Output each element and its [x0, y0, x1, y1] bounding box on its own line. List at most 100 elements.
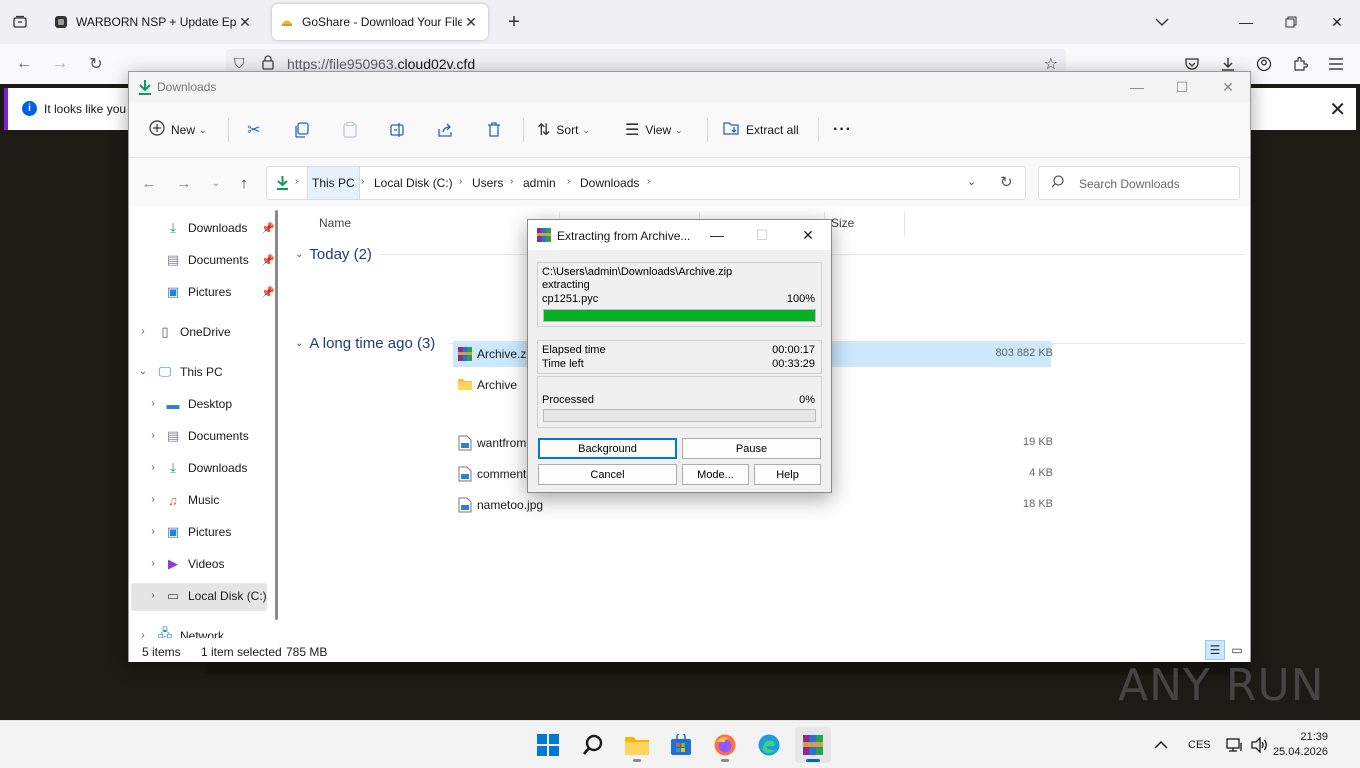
more-options-button[interactable]: ··· [833, 118, 852, 142]
large-icons-view-icon[interactable]: ▭ [1227, 640, 1247, 660]
expand-chevron-icon[interactable]: › [147, 494, 159, 508]
new-button[interactable]: New ⌄ [149, 118, 207, 142]
back-arrow-icon[interactable]: ← [12, 52, 36, 76]
breadcrumb-admin[interactable]: admin [523, 167, 556, 199]
nav-item-local-disk[interactable]: ▭ Local Disk (C:) [165, 584, 267, 608]
tab-goshare[interactable]: GoShare - Download Your File ✕ [272, 4, 488, 40]
show-hidden-icons-chevron-icon[interactable] [1154, 721, 1168, 768]
nav-item-documents-quick[interactable]: ▤ Documents 📌 [165, 248, 275, 272]
cut-icon[interactable]: ✂ [243, 119, 265, 141]
explorer-minimize-icon[interactable]: — [1117, 75, 1157, 99]
close-window-icon[interactable]: ✕ [1322, 8, 1352, 36]
view-label: View [645, 123, 672, 137]
dialog-title-bar[interactable]: Extracting from Archive... — ☐ ✕ [528, 220, 831, 250]
breadcrumb-users[interactable]: Users [472, 167, 503, 199]
breadcrumb-this-pc[interactable]: This PC [307, 167, 360, 199]
background-button[interactable]: Background [538, 438, 677, 459]
nav-scrollbar[interactable] [275, 210, 278, 620]
address-history-chevron-icon[interactable]: ⌄ [967, 175, 976, 188]
url-text[interactable]: https://file950963.cloud02v.cfd [287, 56, 475, 72]
nav-item-desktop[interactable]: ▬ Desktop [165, 392, 233, 416]
refresh-icon[interactable]: ↻ [1000, 173, 1013, 191]
copy-icon[interactable] [291, 119, 313, 141]
collapse-chevron-icon[interactable]: ⌄ [137, 366, 149, 380]
account-icon[interactable] [1252, 52, 1276, 76]
group-header-long-ago[interactable]: ⌄ A long time ago (3) [295, 333, 435, 353]
explorer-title-bar[interactable]: Downloads — ☐ ✕ [129, 72, 1250, 102]
column-header-name[interactable]: Name [319, 216, 351, 230]
store-taskbar-button[interactable] [663, 727, 699, 763]
tab-close-icon[interactable]: ✕ [462, 13, 480, 31]
clock[interactable]: 21:39 25.04.2026 [1273, 730, 1328, 760]
explorer-maximize-icon[interactable]: ☐ [1162, 75, 1202, 99]
expand-chevron-icon[interactable]: › [147, 462, 159, 476]
chevron-down-icon: ⌄ [582, 124, 590, 135]
group-header-today[interactable]: ⌄ Today (2) [295, 244, 372, 264]
view-button[interactable]: ☰ View ⌄ [625, 118, 683, 142]
extract-all-button[interactable]: Extract all [723, 118, 799, 142]
breadcrumb-downloads[interactable]: Downloads [580, 167, 639, 199]
expand-chevron-icon[interactable]: › [147, 398, 159, 412]
tab-overflow-chevron-icon[interactable] [1147, 8, 1177, 36]
file-explorer-taskbar-button[interactable] [619, 727, 655, 763]
column-header-size[interactable]: Size [831, 216, 854, 230]
tab-warborn[interactable]: WARBORN NSP + Update Epic N ✕ [46, 4, 262, 40]
delete-icon[interactable] [483, 119, 505, 141]
nav-item-downloads-quick[interactable]: ⤓ Downloads 📌 [165, 216, 275, 240]
dialog-close-icon[interactable]: ✕ [794, 224, 822, 246]
input-language-indicator[interactable]: CES [1188, 721, 1211, 768]
volume-tray-icon[interactable] [1251, 721, 1269, 768]
shield-icon[interactable]: ⛉ [234, 55, 245, 72]
nav-item-this-pc[interactable]: 🖵 This PC [157, 360, 223, 384]
nav-item-network[interactable]: 🖧 Network [157, 624, 224, 638]
firefox-taskbar-button[interactable] [707, 727, 743, 763]
expand-chevron-icon[interactable]: › [137, 630, 149, 638]
rename-icon[interactable] [387, 119, 409, 141]
search-input[interactable]: Search Downloads [1038, 166, 1240, 200]
breadcrumb-local-disk[interactable]: Local Disk (C:) [374, 167, 453, 199]
dialog-minimize-icon[interactable]: — [703, 224, 731, 246]
minimize-icon[interactable]: — [1231, 8, 1261, 36]
recent-locations-chevron-icon[interactable]: ⌄ [205, 172, 227, 194]
reload-icon[interactable]: ↻ [84, 52, 108, 76]
nav-item-music[interactable]: ♫ Music [165, 488, 219, 512]
up-arrow-icon[interactable]: ↑ [233, 172, 255, 194]
start-button[interactable] [530, 727, 566, 763]
menu-hamburger-icon[interactable] [1324, 52, 1348, 76]
cancel-button[interactable]: Cancel [538, 464, 677, 485]
expand-chevron-icon[interactable]: › [147, 430, 159, 444]
nav-item-pictures-quick[interactable]: ▣ Pictures 📌 [165, 280, 275, 304]
back-arrow-icon[interactable]: ← [138, 172, 160, 194]
nav-item-downloads[interactable]: ⤓ Downloads [165, 456, 247, 480]
restore-icon[interactable] [1276, 8, 1306, 36]
tab-close-icon[interactable]: ✕ [236, 13, 254, 31]
nav-item-documents[interactable]: ▤ Documents [165, 424, 249, 448]
winrar-taskbar-button[interactable] [795, 727, 831, 763]
pause-button[interactable]: Pause [682, 438, 821, 459]
share-icon[interactable] [435, 119, 457, 141]
details-view-icon[interactable]: ☰ [1205, 640, 1225, 660]
file-row-nametoo[interactable]: nametoo.jpg 18 KB [453, 492, 1360, 518]
nav-item-onedrive[interactable]: ▯ OneDrive [157, 320, 230, 344]
help-button[interactable]: Help [754, 464, 821, 485]
mode-button[interactable]: Mode... [682, 464, 749, 485]
search-taskbar-button[interactable] [575, 727, 611, 763]
sort-button[interactable]: ⇅ Sort ⌄ [537, 118, 590, 142]
expand-chevron-icon[interactable]: › [147, 526, 159, 540]
network-tray-icon[interactable] [1226, 721, 1244, 768]
forward-arrow-icon[interactable]: → [48, 52, 72, 76]
forward-arrow-icon[interactable]: → [173, 172, 195, 194]
address-bar[interactable]: › This PC › Local Disk (C:) › Users › ad… [266, 166, 1026, 200]
expand-chevron-icon[interactable]: › [147, 558, 159, 572]
tab-list-button[interactable] [8, 9, 32, 35]
expand-chevron-icon[interactable]: › [147, 590, 159, 604]
nav-item-pictures[interactable]: ▣ Pictures [165, 520, 232, 544]
nav-item-videos[interactable]: ▶ Videos [165, 552, 224, 576]
expand-chevron-icon[interactable]: › [137, 326, 149, 340]
notification-close-icon[interactable]: ✕ [1329, 97, 1346, 122]
new-tab-icon[interactable]: + [502, 10, 526, 34]
explorer-close-icon[interactable]: ✕ [1208, 75, 1248, 99]
edge-taskbar-button[interactable] [751, 727, 787, 763]
extensions-icon[interactable] [1288, 52, 1312, 76]
paste-icon[interactable] [339, 119, 361, 141]
